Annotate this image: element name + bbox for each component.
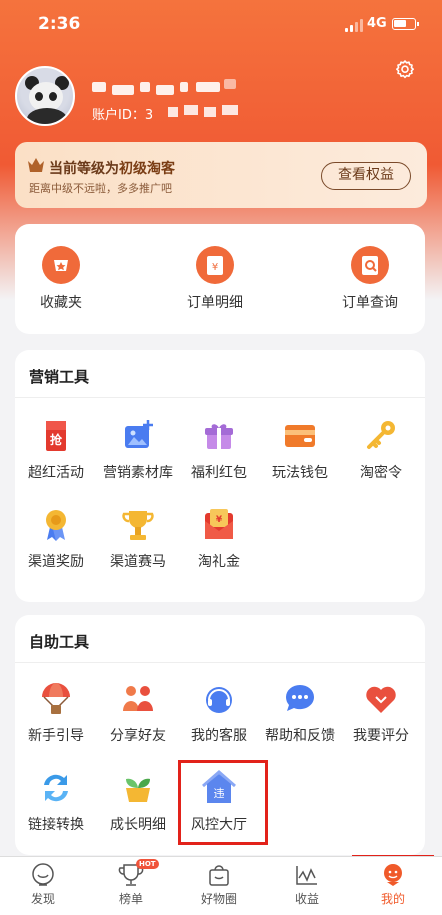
newbie-guide-item[interactable]: 新手引导 — [11, 681, 101, 745]
growth-detail-item[interactable]: 成长明细 — [93, 770, 183, 834]
marketing-material-item[interactable]: 营销素材库 — [93, 418, 183, 482]
svg-text:¥: ¥ — [212, 262, 218, 273]
my-customer-service-item[interactable]: 我的客服 — [174, 681, 264, 745]
help-feedback-item[interactable]: 帮助和反馈 — [255, 681, 345, 745]
medal-icon — [38, 507, 74, 543]
share-friends-item[interactable]: 分享好友 — [93, 681, 183, 745]
username-redacted — [92, 76, 242, 98]
trophy-tab-icon: HOT — [118, 859, 159, 887]
plant-icon — [120, 770, 156, 806]
account-id-redacted — [168, 105, 248, 119]
chart-line-icon — [294, 863, 320, 887]
key-icon — [363, 418, 399, 454]
order-detail-icon: ¥ — [196, 246, 234, 284]
super-red-activity-item[interactable]: 抢 超红活动 — [11, 418, 101, 482]
level-banner: 当前等级为初级淘客 距离中级不远啦，多多推广吧 查看权益 — [15, 142, 427, 208]
quick-actions-card: 收藏夹 ¥ 订单明细 订单查询 — [15, 224, 425, 334]
crown-icon — [28, 158, 44, 172]
gift-icon — [201, 418, 237, 454]
highlight-risk-control — [178, 760, 268, 845]
tab-earnings[interactable]: 收益 — [272, 863, 342, 907]
rate-us-item[interactable]: 我要评分 — [336, 681, 426, 745]
trophy-icon — [120, 507, 156, 543]
tab-discover[interactable]: 发现 — [8, 863, 78, 907]
channel-horse-race-item[interactable]: 渠道赛马 — [93, 507, 183, 571]
account-id-label: 账户ID：3 — [92, 108, 154, 123]
cash-envelope-icon: ¥ — [201, 507, 237, 543]
play-wallet-item[interactable]: 玩法钱包 — [255, 418, 345, 482]
signal-icon — [345, 19, 365, 32]
headset-icon — [201, 681, 237, 717]
tab-ranking[interactable]: HOT 榜单 — [96, 859, 166, 907]
me-icon — [380, 863, 406, 887]
svg-text:抢: 抢 — [50, 432, 63, 447]
hot-badge: HOT — [136, 859, 159, 869]
red-envelope-icon: 抢 — [38, 418, 74, 454]
tab-good-things[interactable]: 好物圈 — [184, 863, 254, 907]
tao-password-item[interactable]: 淘密令 — [336, 418, 426, 482]
order-detail-item[interactable]: ¥ 订单明细 — [170, 246, 260, 312]
favorites-item[interactable]: 收藏夹 — [16, 246, 106, 312]
level-name: 初级淘客 — [119, 161, 175, 177]
heart-icon — [363, 681, 399, 717]
image-add-icon — [120, 418, 156, 454]
section-title-self-service: 自助工具 — [29, 633, 90, 651]
welfare-red-packet-item[interactable]: 福利红包 — [174, 418, 264, 482]
link-convert-item[interactable]: 链接转换 — [11, 770, 101, 834]
tab-me[interactable]: 我的 — [358, 863, 428, 907]
network-type: 4G — [367, 16, 387, 31]
marketing-tools-card: 营销工具 抢 超红活动 营销素材库 福利红包 玩法钱包 淘密令 渠道奖励 渠道赛… — [15, 350, 425, 602]
level-subtitle: 距离中级不远啦，多多推广吧 — [29, 182, 172, 195]
favorites-icon — [42, 246, 80, 284]
wallet-icon — [282, 418, 318, 454]
chat-bubble-icon — [282, 681, 318, 717]
svg-text:¥: ¥ — [216, 515, 223, 525]
bottom-tab-bar: 发现 HOT 榜单 好物圈 收益 我的 — [0, 856, 442, 915]
view-benefits-button[interactable]: 查看权益 — [321, 162, 411, 190]
order-search-item[interactable]: 订单查询 — [325, 246, 415, 312]
avatar[interactable] — [15, 66, 75, 126]
status-time: 2:36 — [38, 14, 81, 34]
section-title-marketing: 营销工具 — [29, 368, 90, 386]
discover-icon — [30, 863, 56, 887]
order-search-icon — [351, 246, 389, 284]
bag-icon — [206, 863, 232, 887]
convert-icon — [38, 770, 74, 806]
friends-icon — [120, 681, 156, 717]
channel-reward-item[interactable]: 渠道奖励 — [11, 507, 101, 571]
gear-icon[interactable] — [393, 58, 417, 82]
parachute-icon — [38, 681, 74, 717]
tao-gift-cash-item[interactable]: ¥ 淘礼金 — [174, 507, 264, 571]
battery-icon — [392, 18, 419, 30]
level-title: 当前等级为初级淘客 — [49, 161, 175, 177]
status-bar: 2:36 4G — [0, 10, 442, 40]
